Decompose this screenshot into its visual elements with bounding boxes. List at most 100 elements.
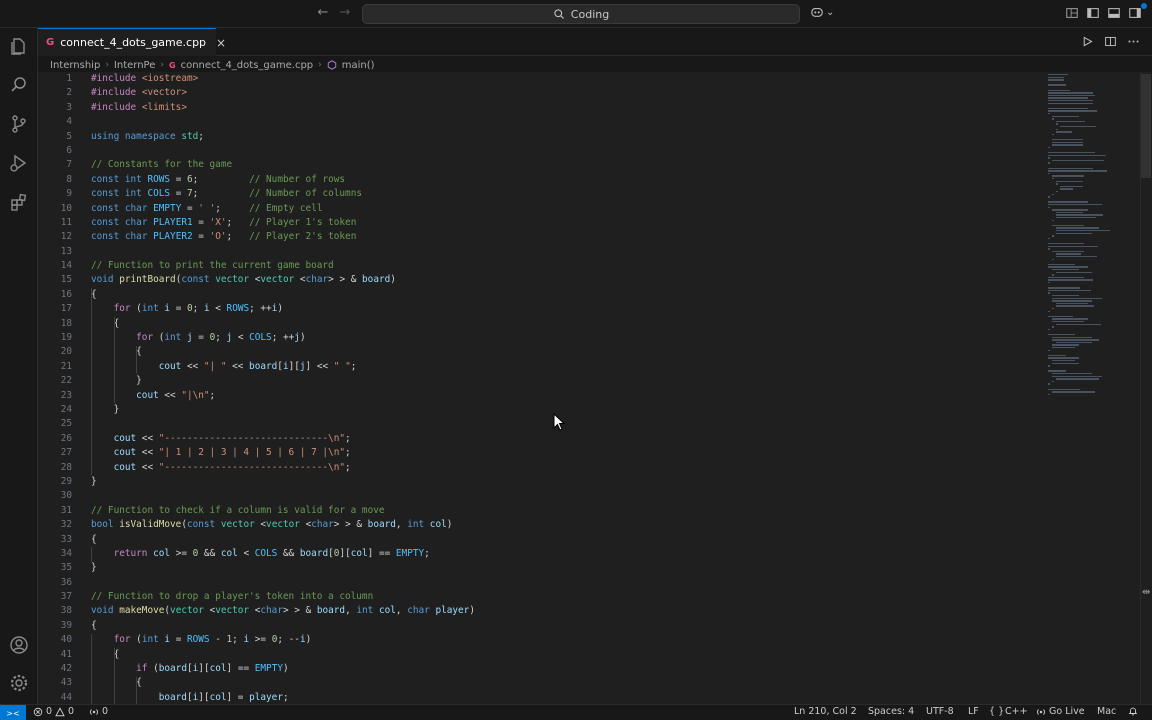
breadcrumb-separator: › xyxy=(160,60,164,70)
toggle-secondary-sidebar-icon[interactable] xyxy=(1128,6,1142,20)
breadcrumb-item-internship[interactable]: Internship xyxy=(50,60,100,71)
breadcrumb-item-internpe[interactable]: InternPe xyxy=(114,60,155,71)
indent-guide xyxy=(113,648,115,704)
run-icon[interactable] xyxy=(1081,35,1094,48)
cpp-file-icon: G xyxy=(169,60,176,70)
encoding[interactable]: UTF-8 xyxy=(926,706,954,717)
remote-indicator[interactable]: >< xyxy=(0,705,26,720)
minimap-line xyxy=(1052,347,1076,349)
problems-indicator[interactable]: 0 0 xyxy=(33,706,74,717)
code-line: { xyxy=(91,648,120,660)
code-line: const char PLAYER1 = 'X'; // Player 1's … xyxy=(91,216,357,228)
platform-indicator[interactable]: Mac xyxy=(1097,706,1116,717)
line-number: 30 xyxy=(60,490,72,502)
minimap-line xyxy=(1048,79,1065,81)
code-editor[interactable]: 1 2 3 4 5 6 7 8 9 10 11 12 13 14 15 16 17 18 19 20 21 22 23 24 2… xyxy=(38,72,1044,704)
line-number: 24 xyxy=(60,403,72,415)
minimap-line xyxy=(1052,274,1054,276)
minimap[interactable] xyxy=(1044,72,1140,704)
code-line: } xyxy=(91,475,97,487)
editor-tabs: G connect_4_dots_game.cpp × xyxy=(38,28,1152,56)
line-number: 39 xyxy=(60,619,72,631)
breadcrumb-item-main[interactable]: main() xyxy=(342,60,375,71)
close-icon[interactable]: × xyxy=(216,36,226,50)
line-number: 40 xyxy=(60,634,72,646)
warning-icon xyxy=(55,706,65,716)
status-bar: >< 0 0 0 Ln 210, Col 2 Spaces: 4 UTF-8 L… xyxy=(0,704,1152,720)
minimap-line xyxy=(1048,279,1093,281)
go-live-label: Go Live xyxy=(1049,706,1085,717)
tab-label: connect_4_dots_game.cpp xyxy=(60,36,207,49)
forward-arrow-icon[interactable]: → xyxy=(336,5,354,20)
code-line: #include <iostream> xyxy=(91,73,199,84)
end-of-line[interactable]: LF xyxy=(968,706,979,717)
minimap-line xyxy=(1056,180,1083,182)
minimap-line xyxy=(1048,287,1081,289)
code-line: cout << "|\n"; xyxy=(136,389,216,401)
command-center-search[interactable]: Coding xyxy=(362,4,800,24)
split-editor-icon[interactable] xyxy=(1104,35,1117,48)
tab-connect-4-dots-game[interactable]: G connect_4_dots_game.cpp × xyxy=(38,28,226,56)
customize-layout-icon[interactable] xyxy=(1065,6,1079,20)
minimap-line xyxy=(1048,92,1093,94)
back-arrow-icon[interactable]: ← xyxy=(314,5,332,20)
minimap-line xyxy=(1052,193,1054,195)
scrollbar-thumb[interactable] xyxy=(1141,74,1151,178)
language-status-icon[interactable]: { } xyxy=(989,706,1004,717)
notifications-button[interactable] xyxy=(1128,706,1138,716)
minimap-line xyxy=(1056,211,1083,214)
line-number: 42 xyxy=(60,663,72,675)
minimap-line xyxy=(1052,300,1092,302)
account-icon[interactable] xyxy=(9,635,29,655)
indent-guide xyxy=(91,547,92,562)
code-text-area[interactable]: #include <iostream> #include <vector> #inc… xyxy=(91,72,1031,704)
layout-controls xyxy=(1058,6,1142,20)
minimap-line xyxy=(1056,271,1092,273)
extensions-icon[interactable] xyxy=(9,192,29,212)
code-line: } xyxy=(91,562,97,574)
copilot-menu[interactable]: ⌄ xyxy=(810,6,834,18)
minimap-line xyxy=(1052,297,1103,299)
minimap-line xyxy=(1048,365,1050,367)
minimap-line xyxy=(1052,159,1105,162)
minimap-line xyxy=(1048,204,1102,206)
go-live-button[interactable]: Go Live xyxy=(1036,706,1085,717)
code-line: bool isValidMove(const vector <vector <c… xyxy=(91,519,453,531)
search-icon xyxy=(554,9,564,19)
search-icon[interactable] xyxy=(9,75,29,95)
code-line: for (int j = 0; j < COLS; ++j) xyxy=(136,332,306,344)
gear-icon[interactable] xyxy=(9,673,29,693)
minimap-line xyxy=(1048,110,1097,112)
minimap-line xyxy=(1052,336,1092,338)
code-line: { xyxy=(91,533,97,545)
minimap-line xyxy=(1048,354,1066,357)
ports-indicator[interactable]: 0 xyxy=(89,706,108,717)
run-debug-icon[interactable] xyxy=(9,153,29,173)
resize-handle-icon[interactable]: ⇹ xyxy=(1142,587,1150,598)
cursor-position[interactable]: Ln 210, Col 2 xyxy=(794,706,857,717)
indent-guide xyxy=(136,345,138,375)
explorer-icon[interactable] xyxy=(9,36,29,56)
code-line: board[i][col] = player; xyxy=(158,691,289,703)
minimap-line xyxy=(1048,334,1075,336)
minimap-line xyxy=(1052,326,1054,328)
indentation[interactable]: Spaces: 4 xyxy=(868,706,914,717)
more-actions-icon[interactable] xyxy=(1127,35,1140,48)
language-mode[interactable]: C++ xyxy=(1005,706,1028,717)
minimap-line xyxy=(1052,235,1054,237)
source-control-icon[interactable] xyxy=(9,114,29,134)
minimap-line xyxy=(1048,76,1065,78)
toggle-primary-sidebar-icon[interactable] xyxy=(1086,6,1100,20)
breadcrumb-item-file[interactable]: connect_4_dots_game.cpp xyxy=(181,60,314,71)
code-line: for (int i = ROWS - 1; i >= 0; --i) xyxy=(113,634,312,646)
minimap-line xyxy=(1056,302,1089,305)
minimap-line xyxy=(1052,178,1054,180)
line-number: 27 xyxy=(60,447,72,459)
toggle-panel-icon[interactable] xyxy=(1107,6,1121,20)
line-number: 9 xyxy=(66,188,72,200)
line-number: 23 xyxy=(60,389,72,401)
minimap-line xyxy=(1056,227,1100,229)
